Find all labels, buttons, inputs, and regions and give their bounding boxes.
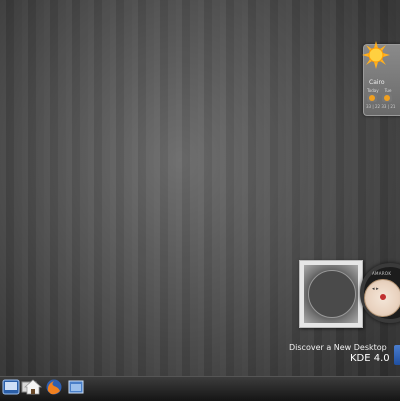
picture-frame-image	[304, 265, 358, 323]
weather-days: Today Tue	[367, 88, 391, 93]
forecast-sun-icon	[367, 94, 377, 102]
weather-temps: 33 | 22 33 | 21	[366, 104, 396, 109]
edge-widget-handle[interactable]	[394, 345, 400, 365]
weather-day-today: Today	[367, 88, 379, 93]
kde-menu-icon[interactable]	[2, 378, 20, 396]
player-controls[interactable]: ◂ ▸	[372, 286, 379, 292]
player-disc[interactable]	[364, 279, 400, 317]
kde-version-label: KDE 4.0	[350, 353, 390, 364]
picture-frame-widget[interactable]	[299, 260, 363, 328]
desktop-background[interactable]: Cairo Today Tue 33 | 22 33 | 21 AMAROK ◂…	[0, 0, 400, 401]
desktop-tagline: Discover a New Desktop	[289, 343, 387, 352]
weather-city: Cairo	[369, 79, 385, 86]
firefox-icon[interactable]	[45, 378, 63, 396]
sun-icon	[362, 41, 390, 69]
weather-day-tue: Tue	[384, 88, 392, 93]
weather-forecast-icons	[367, 94, 392, 102]
player-brand: AMAROK	[372, 271, 392, 276]
home-icon[interactable]	[24, 378, 42, 396]
window-icon[interactable]	[67, 378, 85, 396]
forecast-sun-icon	[382, 94, 392, 102]
